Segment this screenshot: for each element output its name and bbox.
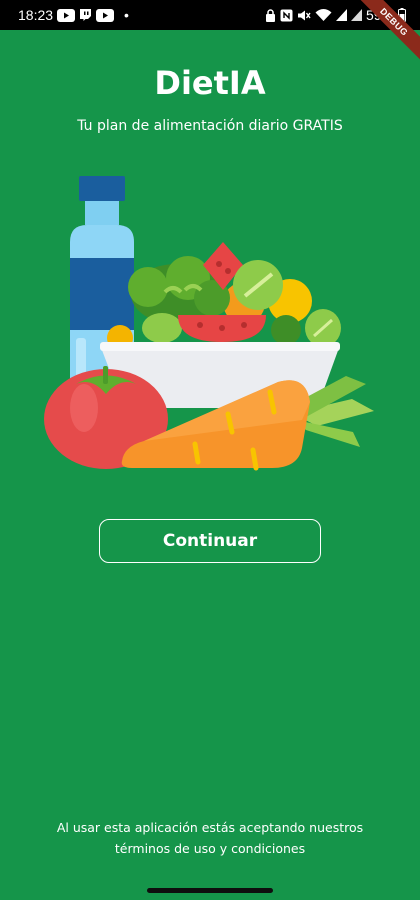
app-subtitle: Tu plan de alimentación diario GRATIS: [77, 118, 343, 134]
signal-icon: [335, 9, 347, 21]
mute-icon: [297, 9, 311, 22]
healthy-food-illustration: [44, 176, 374, 471]
debug-banner-label: DEBUG: [352, 0, 420, 64]
nfc-icon: [280, 9, 293, 22]
wifi-icon: [315, 8, 332, 22]
debug-banner: DEBUG: [350, 0, 420, 70]
home-indicator[interactable]: [147, 888, 273, 893]
twitch-icon: [79, 8, 92, 22]
terms-line-2[interactable]: términos de uso y condiciones: [115, 841, 305, 856]
continue-button[interactable]: Continuar: [99, 519, 321, 563]
terms-line-1: Al usar esta aplicación estás aceptando …: [56, 820, 364, 835]
youtube-icon: [96, 8, 115, 22]
youtube-icon: [57, 8, 76, 22]
terms-notice: Al usar esta aplicación estás aceptando …: [30, 817, 390, 859]
app-title: DietIA: [154, 64, 266, 102]
notification-dot: •: [124, 7, 129, 23]
clock: 18:23: [18, 7, 54, 23]
lock-icon: [265, 8, 276, 22]
